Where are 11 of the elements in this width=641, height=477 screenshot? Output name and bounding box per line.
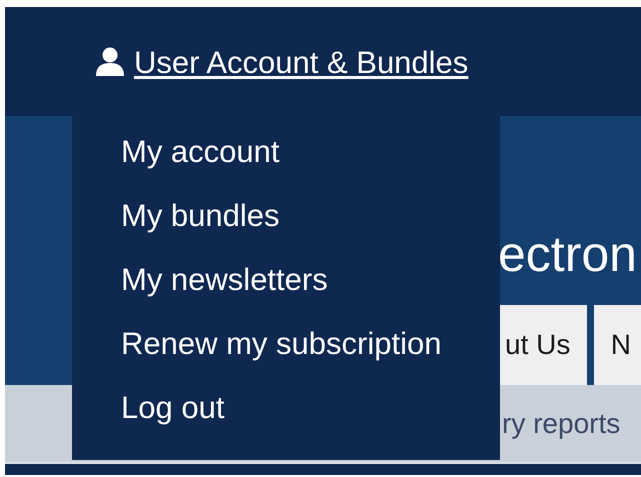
- nav-tab[interactable]: ut Us: [500, 305, 587, 385]
- user-icon: [95, 46, 125, 76]
- site-title: ectron: [498, 229, 637, 279]
- menu-item[interactable]: My bundles: [121, 196, 280, 236]
- menu-item[interactable]: My account: [121, 132, 280, 172]
- menu-item[interactable]: Renew my subscription: [121, 324, 442, 364]
- menu-item[interactable]: Log out: [121, 388, 224, 428]
- account-link[interactable]: User Account & Bundles: [95, 46, 468, 78]
- sub-nav-text: ry reports: [502, 406, 620, 441]
- nav-tab[interactable]: N: [594, 305, 641, 385]
- menu-item[interactable]: My newsletters: [121, 260, 328, 300]
